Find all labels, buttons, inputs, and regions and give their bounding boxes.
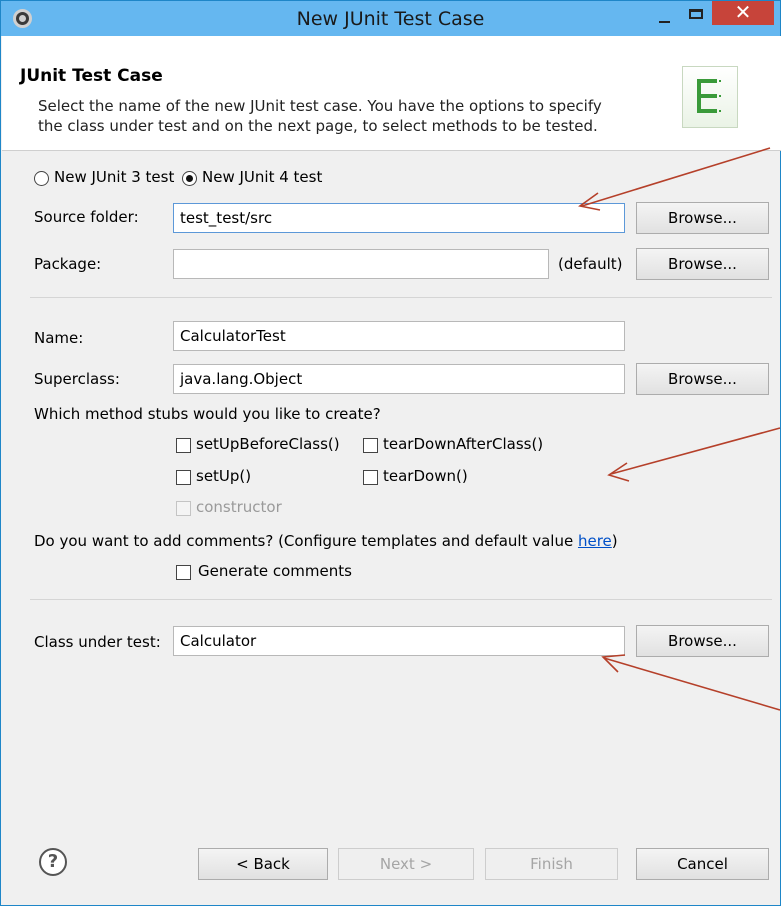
annotation-arrows [578, 147, 781, 711]
annotation-arrow-source-folder [581, 147, 771, 207]
annotation-arrow-method-stubs [610, 427, 781, 475]
annotation-arrow-class-under-test [603, 657, 781, 711]
